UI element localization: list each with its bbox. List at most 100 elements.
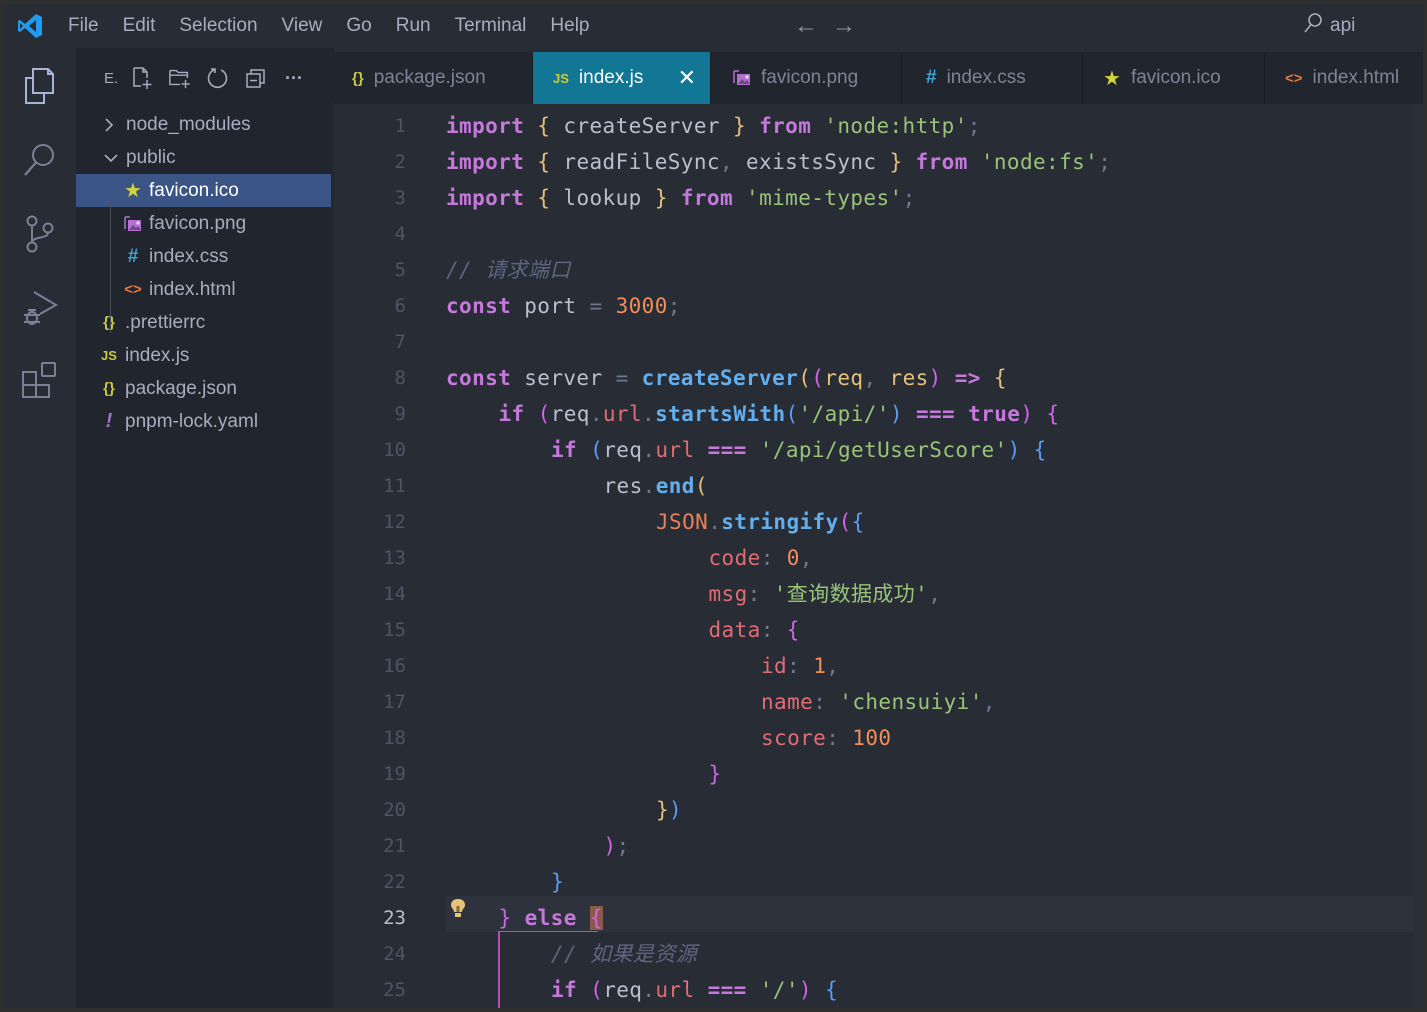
code-token: end	[655, 474, 695, 498]
code-line: 7	[334, 324, 1423, 360]
tree-item-index-js[interactable]: JS index.js	[76, 339, 331, 372]
menu-view[interactable]: View	[270, 4, 335, 48]
back-arrow-icon[interactable]: ←	[794, 12, 818, 40]
code-text: }	[709, 756, 722, 792]
code-token: {	[537, 150, 551, 174]
code-token: }	[551, 870, 565, 894]
menu-edit[interactable]: Edit	[111, 4, 168, 48]
code-text: if (req.url === '/') {	[551, 972, 838, 1008]
code-token: (	[694, 474, 708, 498]
code-token: )	[798, 978, 812, 1002]
code-token: (	[537, 402, 551, 426]
activity-run-debug[interactable]	[18, 288, 62, 332]
tab-favicon-png[interactable]: favicon.png	[711, 52, 902, 104]
collapse-all-button[interactable]	[244, 66, 268, 90]
line-number: 6	[394, 295, 406, 317]
tree-item-public[interactable]: public	[76, 141, 331, 174]
navigation-controls: ← →	[794, 4, 856, 48]
code-token: req	[603, 438, 643, 462]
line-number: 23	[383, 907, 406, 929]
line-number: 18	[383, 727, 406, 749]
code-text: id: 1,	[761, 648, 839, 684]
activity-search[interactable]	[18, 140, 62, 184]
code-token: 0	[786, 546, 800, 570]
line-number: 25	[383, 979, 406, 1001]
code-token: existsSync	[732, 150, 890, 174]
code-token: }	[889, 150, 903, 174]
code-token: {	[824, 978, 839, 1002]
activity-extensions[interactable]	[18, 360, 62, 404]
menu-selection[interactable]: Selection	[167, 4, 269, 48]
tree-item-prettierrc[interactable]: {} .prettierrc	[76, 306, 331, 339]
tree-item-index-html[interactable]: <> index.html	[76, 273, 331, 306]
tab-favicon-ico[interactable]: ★ favicon.ico	[1083, 52, 1265, 104]
code-editor[interactable]: 1 import { createServer } from 'node:http…	[334, 104, 1423, 1008]
tab-index-html[interactable]: <> index.html	[1265, 52, 1423, 104]
code-token: {	[1046, 402, 1060, 426]
file-tree: node_modules public ★ favicon.ico favico…	[76, 108, 331, 438]
code-token: url	[655, 438, 695, 462]
new-folder-button[interactable]	[168, 66, 192, 90]
editor-tabs: {} package.json JS index.js ✕ favicon.pn…	[334, 52, 1423, 104]
chevron-right-icon	[102, 116, 122, 134]
line-number: 14	[383, 583, 406, 605]
tree-item-node-modules[interactable]: node_modules	[76, 108, 331, 141]
editor-scrollbar[interactable]	[1413, 104, 1423, 1008]
code-token: {	[1033, 438, 1047, 462]
star-icon: ★	[1103, 67, 1121, 90]
command-center[interactable]: api	[1302, 4, 1355, 48]
code-token: createServer	[641, 366, 799, 390]
menu-go[interactable]: Go	[334, 4, 383, 48]
code-token: JSON	[656, 510, 709, 534]
code-text: code: 0,	[709, 540, 813, 576]
tab-index-css[interactable]: # index.css	[902, 52, 1083, 104]
tab-label: package.json	[373, 67, 486, 88]
menu-terminal[interactable]: Terminal	[443, 4, 539, 48]
tree-item-favicon-ico[interactable]: ★ favicon.ico	[76, 174, 331, 207]
code-token: from	[915, 150, 968, 174]
refresh-button[interactable]	[206, 66, 230, 90]
code-token: url	[602, 402, 643, 426]
tree-item-index-css[interactable]: # index.css	[76, 240, 331, 273]
code-token: :	[813, 690, 827, 714]
code-token: .	[642, 474, 656, 498]
activity-explorer[interactable]	[18, 66, 62, 110]
code-token: if	[498, 402, 525, 426]
tab-index-js[interactable]: JS index.js ✕	[533, 52, 711, 104]
tree-item-pnpm-lock[interactable]: ! pnpm-lock.yaml	[76, 405, 331, 438]
menu-run[interactable]: Run	[384, 4, 443, 48]
code-token: ===	[915, 402, 956, 426]
braces-icon: {}	[103, 380, 115, 397]
forward-arrow-icon[interactable]: →	[832, 12, 856, 40]
code-token: ,	[719, 150, 733, 174]
line-number: 11	[383, 475, 406, 497]
activity-source-control[interactable]	[18, 214, 62, 258]
more-actions-button[interactable]: ···	[282, 66, 306, 90]
tree-item-package-json[interactable]: {} package.json	[76, 372, 331, 405]
menu-help[interactable]: Help	[538, 4, 601, 48]
code-token: ,	[982, 690, 996, 714]
code-token: )	[669, 798, 683, 822]
tree-item-favicon-png[interactable]: favicon.png	[76, 207, 331, 240]
close-icon[interactable]: ✕	[678, 65, 696, 91]
new-file-button[interactable]	[130, 66, 154, 90]
code-token: ,	[826, 654, 840, 678]
code-token: :	[747, 582, 761, 606]
menu-file[interactable]: File	[56, 4, 111, 48]
code-line: 2 import { readFileSync, existsSync } fro…	[334, 144, 1423, 180]
code-token: res	[603, 474, 643, 498]
line-number: 12	[383, 511, 406, 533]
code-token: ,	[863, 366, 877, 390]
tab-package-json[interactable]: {} package.json	[334, 52, 533, 104]
code-token: 1	[813, 654, 827, 678]
code-token: ,	[928, 582, 942, 606]
code-line: 25 if (req.url === '/') {	[334, 972, 1423, 1008]
